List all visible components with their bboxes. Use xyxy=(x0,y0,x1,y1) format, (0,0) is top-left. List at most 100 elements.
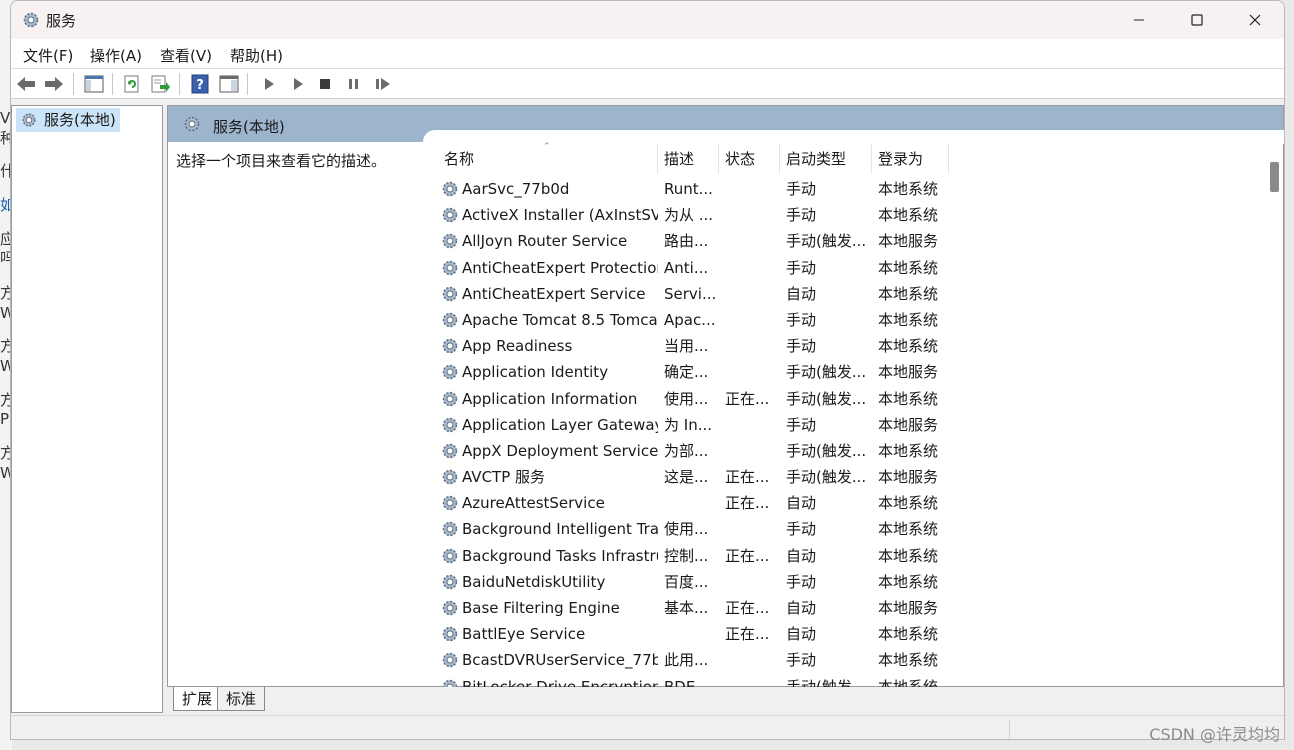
service-name: AzureAttestService xyxy=(462,494,605,513)
table-row[interactable]: Application Identity 确定... 手动(触发... 本地服务 xyxy=(438,359,1264,385)
table-row[interactable]: AntiCheatExpert Protection Anti... 手动 本地系统 xyxy=(438,255,1264,281)
tab-extended[interactable]: 扩展 xyxy=(173,687,222,711)
service-logon: 本地服务 xyxy=(878,599,939,617)
table-row[interactable]: AntiCheatExpert Service Servi... 自动 本地系统 xyxy=(438,281,1264,307)
console-tree: 服务(本地) xyxy=(11,105,163,713)
menu-action[interactable]: 操作(A) xyxy=(90,45,142,66)
service-startup-type: 手动(触发... xyxy=(786,232,867,251)
service-gear-icon xyxy=(442,312,458,328)
export-list-button[interactable] xyxy=(150,73,172,95)
service-startup-type: 手动 xyxy=(786,337,817,356)
menu-bar: 文件(F) 操作(A) 查看(V) 帮助(H) xyxy=(11,39,1284,69)
menu-file[interactable]: 文件(F) xyxy=(23,45,73,66)
service-gear-icon xyxy=(442,469,458,485)
service-description: Servi... xyxy=(664,284,716,303)
services-panel: 服务(本地) 选择一个项目来查看它的描述。 ⌃ 名称 描述 状态 启动类型 登录… xyxy=(167,105,1284,687)
svg-text:?: ? xyxy=(196,78,204,93)
table-row[interactable]: Application Layer Gateway ... 为 In... 手动 本地… xyxy=(438,412,1264,438)
service-gear-icon xyxy=(442,417,458,432)
pause-service-button[interactable] xyxy=(343,73,365,95)
service-startup-type: 手动(触发... xyxy=(786,468,867,487)
service-status: 正在... xyxy=(725,468,770,487)
service-name: Base Filtering Engine xyxy=(462,599,620,617)
table-row[interactable]: Background Tasks Infrastru... 控制... 正在... 自… xyxy=(438,543,1264,569)
service-startup-type: 手动 xyxy=(786,206,817,225)
table-row[interactable]: Base Filtering Engine 基本... 正在... 自动 本地服务 xyxy=(438,595,1264,621)
service-logon: 本地服务 xyxy=(878,363,939,382)
service-logon: 本地系统 xyxy=(878,389,939,408)
service-logon: 本地系统 xyxy=(878,520,939,539)
forward-button[interactable] xyxy=(43,73,65,95)
column-header-status[interactable]: 状态 xyxy=(719,144,780,174)
column-header-logon[interactable]: 登录为 xyxy=(872,144,949,174)
service-startup-type: 自动 xyxy=(786,494,817,513)
service-startup-type: 手动(触发... xyxy=(786,441,867,460)
view-tabs: 扩展 标准 xyxy=(167,687,1284,713)
service-gear-icon xyxy=(442,496,458,511)
show-hide-console-tree-button[interactable] xyxy=(83,73,105,95)
service-startup-type: 手动 xyxy=(786,572,817,591)
service-startup-type: 自动 xyxy=(786,284,817,303)
table-row[interactable]: BitLocker Drive Encryption ... BDE... 手动(触… xyxy=(438,674,1264,687)
close-button[interactable] xyxy=(1226,1,1284,39)
column-header-description[interactable]: 描述 xyxy=(658,144,719,174)
gear-icon xyxy=(22,113,36,127)
table-row[interactable]: AzureAttestService 正在... 自动 本地系统 xyxy=(438,490,1264,516)
service-logon: 本地系统 xyxy=(878,310,939,329)
service-status: 正在... xyxy=(725,546,770,565)
service-description: Anti... xyxy=(664,258,709,277)
table-row[interactable]: BattlEye Service 正在... 自动 本地系统 xyxy=(438,621,1264,647)
vertical-scrollbar[interactable] xyxy=(1267,144,1281,686)
table-row[interactable]: Background Intelligent Tra... 使用... 手动 本地系统 xyxy=(438,516,1264,542)
menu-view[interactable]: 查看(V) xyxy=(160,45,212,66)
start-service-button[interactable] xyxy=(258,73,280,95)
service-description: 为 In... xyxy=(664,415,713,434)
menu-help[interactable]: 帮助(H) xyxy=(230,45,283,66)
refresh-button[interactable] xyxy=(121,73,143,95)
table-row[interactable]: AarSvc_77b0d Runt... 手动 本地系统 xyxy=(438,176,1264,202)
service-name: AllJoyn Router Service xyxy=(462,232,628,251)
title-bar[interactable]: 服务 xyxy=(11,1,1284,39)
table-row[interactable]: BaiduNetdiskUtility 百度... 手动 本地系统 xyxy=(438,569,1264,595)
service-gear-icon xyxy=(442,574,458,590)
table-row[interactable]: BcastDVRUserService_77b... 此用... 手动 本地系统 xyxy=(438,647,1264,673)
table-row[interactable]: Apache Tomcat 8.5 Tomcat8 Apac... 手动 本地系统 xyxy=(438,307,1264,333)
restart-service-button[interactable] xyxy=(372,73,394,95)
start-service-alt-button[interactable] xyxy=(287,73,309,95)
table-row[interactable]: AppX Deployment Service ... 为部... 手动(触发...… xyxy=(438,438,1264,464)
column-header-startup-type[interactable]: 启动类型 xyxy=(780,144,872,174)
service-description: 使用... xyxy=(664,520,709,539)
service-name: Apache Tomcat 8.5 Tomcat8 xyxy=(462,310,658,329)
service-logon: 本地服务 xyxy=(878,232,939,251)
restart-icon xyxy=(376,78,390,90)
service-name: AntiCheatExpert Service xyxy=(462,284,646,303)
properties-view-icon xyxy=(219,75,239,93)
service-logon: 本地系统 xyxy=(878,677,939,687)
panel-title: 服务(本地) xyxy=(213,118,285,136)
table-row[interactable]: AVCTP 服务 这是... 正在... 手动(触发... 本地服务 xyxy=(438,464,1264,490)
column-header-name[interactable]: ⌃ 名称 xyxy=(438,142,658,174)
back-button[interactable] xyxy=(15,73,37,95)
play-icon xyxy=(294,78,303,90)
minimize-button[interactable] xyxy=(1110,1,1168,39)
scrollbar-thumb[interactable] xyxy=(1270,162,1279,192)
tab-standard[interactable]: 标准 xyxy=(217,687,266,711)
stop-service-button[interactable] xyxy=(314,73,336,95)
service-name: Application Information xyxy=(462,389,638,408)
service-name: Background Tasks Infrastru... xyxy=(462,546,658,565)
properties-view-button[interactable] xyxy=(218,73,240,95)
tree-item-services-local[interactable]: 服务(本地) xyxy=(16,108,120,132)
service-startup-type: 自动 xyxy=(786,599,817,617)
help-button[interactable]: ? xyxy=(189,73,211,95)
service-logon: 本地系统 xyxy=(878,284,939,303)
maximize-button[interactable] xyxy=(1168,1,1226,39)
status-bar xyxy=(11,715,1284,739)
service-gear-icon xyxy=(442,181,458,197)
table-row[interactable]: AllJoyn Router Service 路由... 手动(触发... 本地服务 xyxy=(438,228,1264,254)
service-name: BattlEye Service xyxy=(462,625,586,644)
table-row[interactable]: App Readiness 当用... 手动 本地系统 xyxy=(438,333,1264,359)
service-description: 为部... xyxy=(664,441,709,460)
service-logon: 本地系统 xyxy=(878,258,939,277)
table-row[interactable]: ActiveX Installer (AxInstSV) 为从 ... 手动 本地系统 xyxy=(438,202,1264,228)
table-row[interactable]: Application Information 使用... 正在... 手动(触发..… xyxy=(438,386,1264,412)
